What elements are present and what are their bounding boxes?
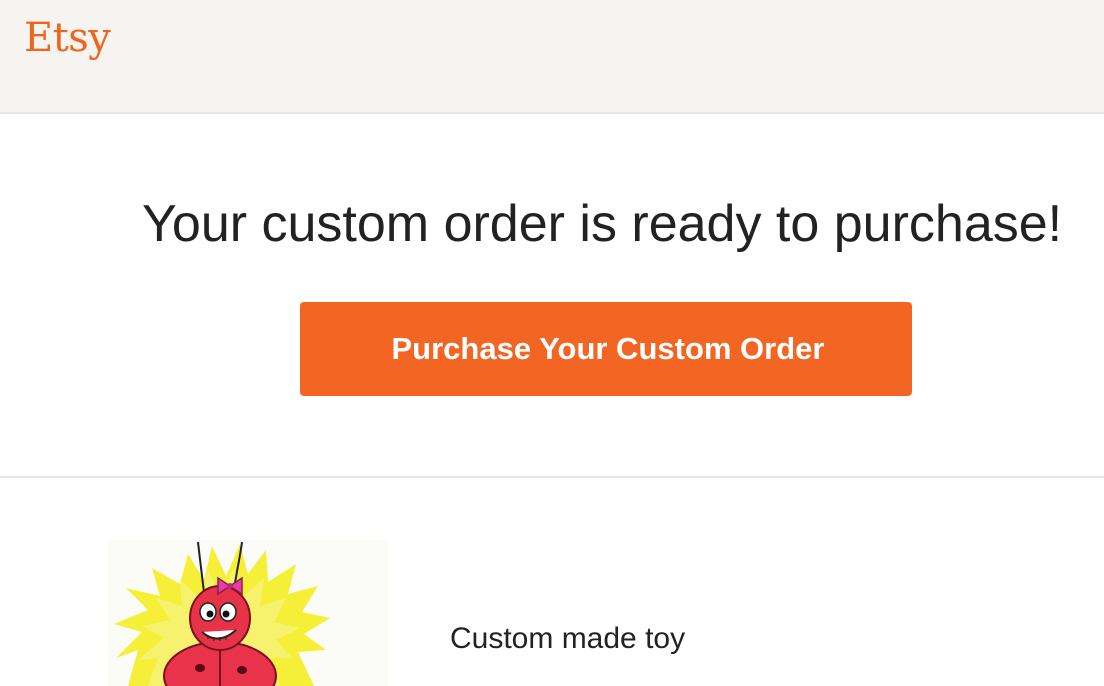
ladybug-toy-illustration xyxy=(114,541,330,686)
product-image[interactable] xyxy=(108,540,388,686)
email-header: Etsy xyxy=(0,0,1104,114)
etsy-logo[interactable]: Etsy xyxy=(24,12,111,64)
section-divider xyxy=(0,476,1104,478)
purchase-custom-order-button[interactable]: Purchase Your Custom Order xyxy=(300,302,912,396)
product-title[interactable]: Custom made toy xyxy=(450,620,685,658)
page-title: Your custom order is ready to purchase! xyxy=(142,195,1063,253)
